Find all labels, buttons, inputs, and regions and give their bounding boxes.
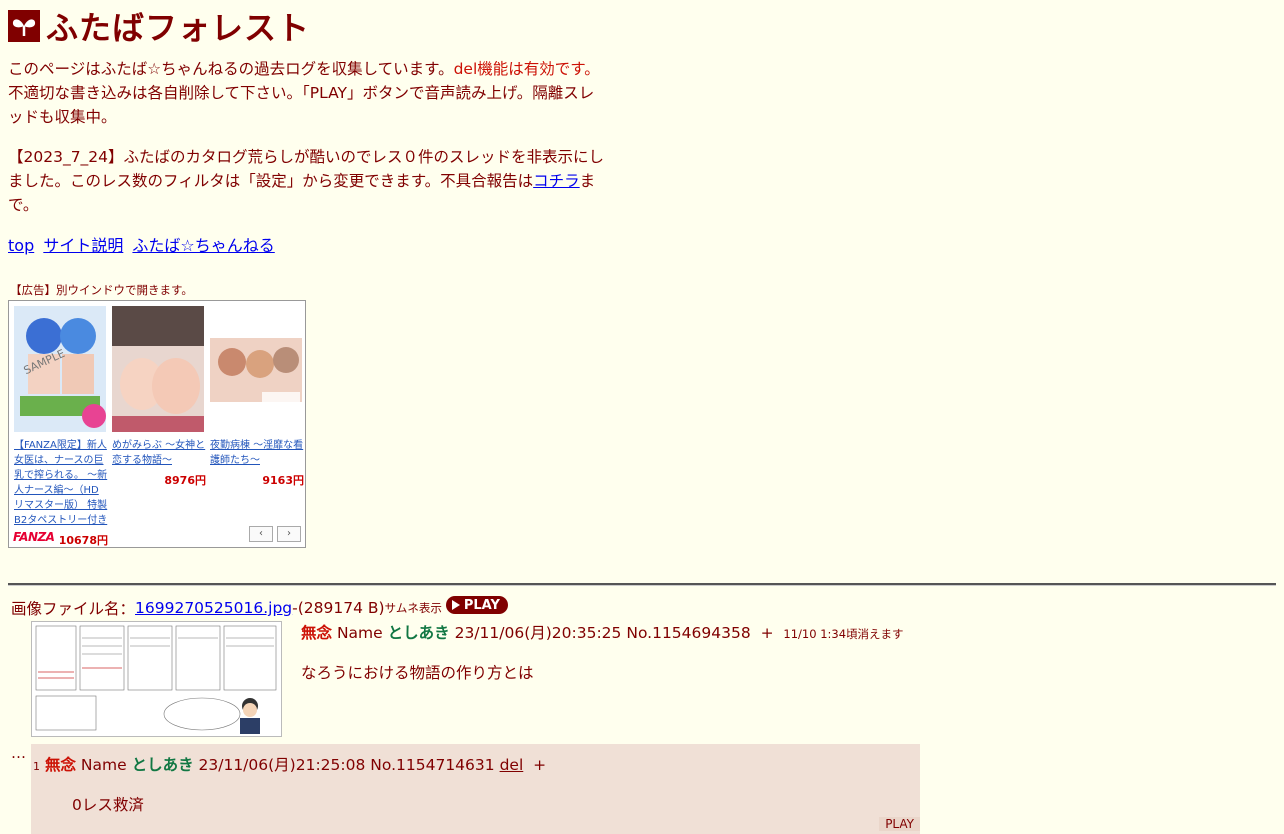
op-body: なろうにおける物語の作り方とは xyxy=(301,664,534,682)
file-size: -(289174 B) xyxy=(292,599,385,617)
ad-banner: SAMPLE 【FANZA限定】新人女医は、ナースの巨乳で搾られる。 ～新人ナー… xyxy=(8,300,306,548)
del-link[interactable]: del xyxy=(500,756,524,774)
ad-pager: ‹ › xyxy=(249,526,301,542)
file-link[interactable]: 1699270525016.jpg xyxy=(135,599,292,617)
notice-text: 【2023_7_24】ふたばのカタログ荒らしが酷いのでレス０件のスレッドを非表示… xyxy=(8,148,605,190)
op-name-label: Name xyxy=(336,624,383,642)
op-name: としあき xyxy=(387,624,450,642)
about-link[interactable]: サイト説明 xyxy=(43,236,123,255)
report-link[interactable]: コチラ xyxy=(533,172,580,190)
reply-play-button[interactable]: PLAY xyxy=(879,817,920,831)
ad-item[interactable]: 夜勤病棟 ～淫靡な看護師たち～ 9163円 xyxy=(210,306,304,488)
reply-name-label: Name xyxy=(80,756,127,774)
ad-price: 9163円 xyxy=(262,474,304,487)
reply-subject: 無念 xyxy=(44,756,76,774)
ad-title[interactable]: 【FANZA限定】新人女医は、ナースの巨乳で搾られる。 ～新人ナース編～（HDリ… xyxy=(14,438,108,528)
ad-title[interactable]: 夜勤病棟 ～淫靡な看護師たち～ xyxy=(210,438,304,468)
divider xyxy=(8,583,1276,586)
site-intro: このページはふたば☆ちゃんねるの過去ログを収集しています。del機能は有効です。… xyxy=(8,57,608,233)
thumb-label: サムネ表示 xyxy=(384,601,442,615)
play-icon xyxy=(451,600,460,610)
reply-count: 1 xyxy=(33,760,40,773)
play-button[interactable]: PLAY xyxy=(445,596,508,614)
reply-body: 0レス救済 xyxy=(72,796,144,814)
ad-item[interactable]: めがみらぶ ～女神と恋する物語～ 8976円 xyxy=(112,306,206,488)
reply-name: としあき xyxy=(131,756,194,774)
ad-item[interactable]: SAMPLE 【FANZA限定】新人女医は、ナースの巨乳で搾られる。 ～新人ナー… xyxy=(14,306,108,548)
del-notice: del機能は有効です。 xyxy=(453,60,600,78)
reply-date: 23/11/06(月)21:25:08 xyxy=(198,756,366,774)
ad-note: 【広告】別ウインドウで開きます。 xyxy=(10,283,193,297)
file-info: 画像ファイル名： 1699270525016.jpg -(289174 B) サ… xyxy=(11,596,508,619)
ad-price: 8976円 xyxy=(164,474,206,487)
top-link[interactable]: top xyxy=(8,236,34,255)
site-title-text: ふたばフォレスト xyxy=(46,9,311,47)
reply-post: 1 無念 Name としあき 23/11/06(月)21:25:08 No.11… xyxy=(31,744,920,834)
play-label: PLAY xyxy=(463,597,500,613)
chevron-left-icon[interactable]: ‹ xyxy=(249,526,273,542)
op-image[interactable] xyxy=(31,621,282,737)
ad-image[interactable] xyxy=(210,306,302,432)
op-header: 無念 Name としあき 23/11/06(月)20:35:25 No.1154… xyxy=(301,621,904,643)
ellipsis: … xyxy=(11,744,26,762)
ad-image[interactable]: SAMPLE xyxy=(14,306,106,432)
site-title: ふたばフォレスト xyxy=(8,6,311,47)
ad-title[interactable]: めがみらぶ ～女神と恋する物語～ xyxy=(112,438,206,468)
op-date: 23/11/06(月)20:35:25 xyxy=(454,624,622,642)
file-label: 画像ファイル名： xyxy=(11,600,136,618)
op-number[interactable]: No.1154694358 xyxy=(626,624,750,642)
intro-text-1: このページはふたば☆ちゃんねるの過去ログを収集しています。 xyxy=(8,60,454,78)
ad-image[interactable] xyxy=(112,306,204,432)
nav-links: top サイト説明 ふたば☆ちゃんねる xyxy=(8,232,279,256)
op-subject: 無念 xyxy=(301,624,333,642)
reply-number[interactable]: No.1154714631 xyxy=(370,756,494,774)
op-expire: 11/10 1:34頃消えます xyxy=(783,627,904,641)
op-plus[interactable]: + xyxy=(761,624,774,642)
reply-header: 1 無念 Name としあき 23/11/06(月)21:25:08 No.11… xyxy=(33,753,546,775)
futaba-link[interactable]: ふたば☆ちゃんねる xyxy=(132,236,274,255)
intro-text-2: 不適切な書き込みは各自削除して下さい。「PLAY」ボタンで音声読み上げ。隔離スレ… xyxy=(8,84,595,126)
reply-plus[interactable]: + xyxy=(533,756,546,774)
sprout-icon xyxy=(8,10,40,42)
chevron-right-icon[interactable]: › xyxy=(277,526,301,542)
fanza-logo[interactable]: FANZA xyxy=(13,530,55,544)
